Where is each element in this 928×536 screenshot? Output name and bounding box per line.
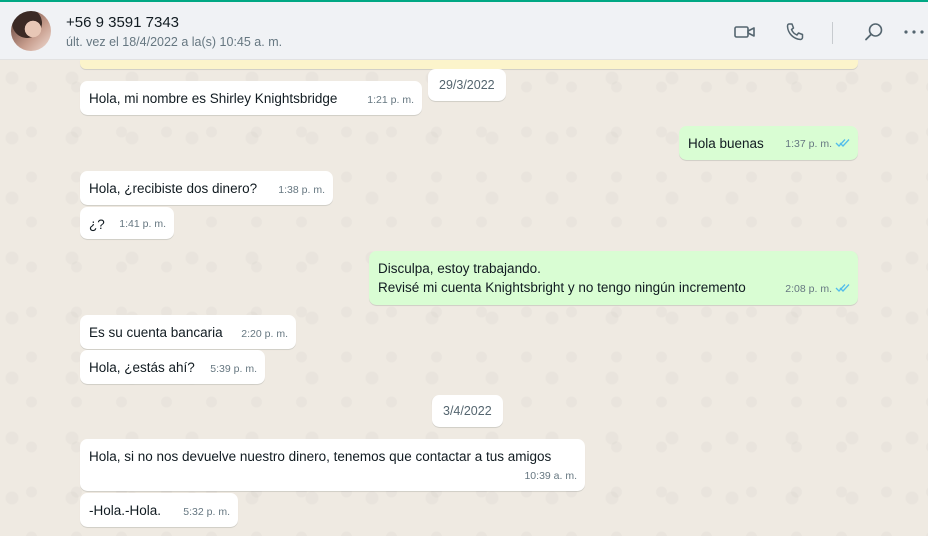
message-bubble-incoming[interactable]: Hola, ¿recibiste dos dinero? 1:38 p. m.: [80, 171, 333, 205]
message-time: 2:20 p. m.: [241, 328, 288, 340]
message-time: 1:38 p. m.: [278, 184, 325, 196]
message-bubble-incoming[interactable]: -Hola.-Hola. 5:32 p. m.: [80, 493, 238, 527]
message-bubble-incoming[interactable]: ¿? 1:41 p. m.: [80, 207, 174, 239]
search-icon[interactable]: [862, 20, 886, 44]
contact-avatar[interactable]: [11, 11, 51, 51]
message-text: Hola, mi nombre es Shirley Knightsbridge: [89, 91, 338, 106]
contact-name[interactable]: +56 9 3591 7343: [66, 14, 179, 31]
voice-call-icon[interactable]: [783, 20, 807, 44]
message-list[interactable]: 29/3/2022 Hola, mi nombre es Shirley Kni…: [0, 60, 928, 536]
message-text: Hola buenas: [688, 136, 764, 151]
message-time: 10:39 a. m.: [524, 470, 577, 482]
message-text: Hola, ¿recibiste dos dinero?: [89, 181, 258, 196]
message-time: 5:32 p. m.: [183, 506, 230, 518]
message-text-line: Disculpa, estoy trabajando.: [378, 261, 541, 276]
message-bubble-outgoing[interactable]: Hola buenas 1:37 p. m.: [679, 126, 858, 160]
message-text: Hola, ¿estás ahí?: [89, 360, 195, 375]
message-text: Es su cuenta bancaria: [89, 325, 223, 340]
message-text-line: Revisé mi cuenta Knightsbright y no teng…: [378, 280, 746, 295]
message-bubble-incoming[interactable]: Hola, si no nos devuelve nuestro dinero,…: [80, 439, 585, 491]
date-separator: 3/4/2022: [432, 395, 503, 427]
message-text: ¿?: [89, 217, 105, 232]
message-time: 1:41 p. m.: [119, 218, 166, 230]
chat-header: +56 9 3591 7343 últ. vez el 18/4/2022 a …: [0, 0, 928, 60]
read-ticks-icon: [835, 281, 850, 300]
read-ticks-icon: [835, 136, 850, 155]
message-time: 5:39 p. m.: [210, 363, 257, 375]
previous-message-bubble: [80, 60, 858, 69]
last-seen-status: últ. vez el 18/4/2022 a la(s) 10:45 a. m…: [66, 35, 283, 49]
video-call-icon[interactable]: [733, 20, 757, 44]
date-label: 3/4/2022: [443, 404, 492, 418]
message-time: 2:08 p. m.: [785, 283, 832, 295]
header-divider: [832, 22, 833, 44]
message-text: Hola, si no nos devuelve nuestro dinero,…: [89, 449, 552, 464]
message-bubble-incoming[interactable]: Hola, mi nombre es Shirley Knightsbridge…: [80, 81, 422, 115]
date-separator: 29/3/2022: [428, 69, 506, 101]
message-bubble-outgoing[interactable]: Disculpa, estoy trabajando. Revisé mi cu…: [369, 251, 858, 305]
message-time: 1:21 p. m.: [367, 94, 414, 106]
menu-icon[interactable]: [902, 20, 926, 44]
date-label: 29/3/2022: [439, 78, 495, 92]
message-time: 1:37 p. m.: [785, 138, 832, 150]
message-text: -Hola.-Hola.: [89, 503, 162, 518]
message-bubble-incoming[interactable]: Hola, ¿estás ahí? 5:39 p. m.: [80, 350, 265, 384]
message-meta: 1:37 p. m.: [785, 135, 850, 155]
message-bubble-incoming[interactable]: Es su cuenta bancaria 2:20 p. m.: [80, 315, 296, 349]
message-meta: 2:08 p. m.: [785, 280, 850, 300]
